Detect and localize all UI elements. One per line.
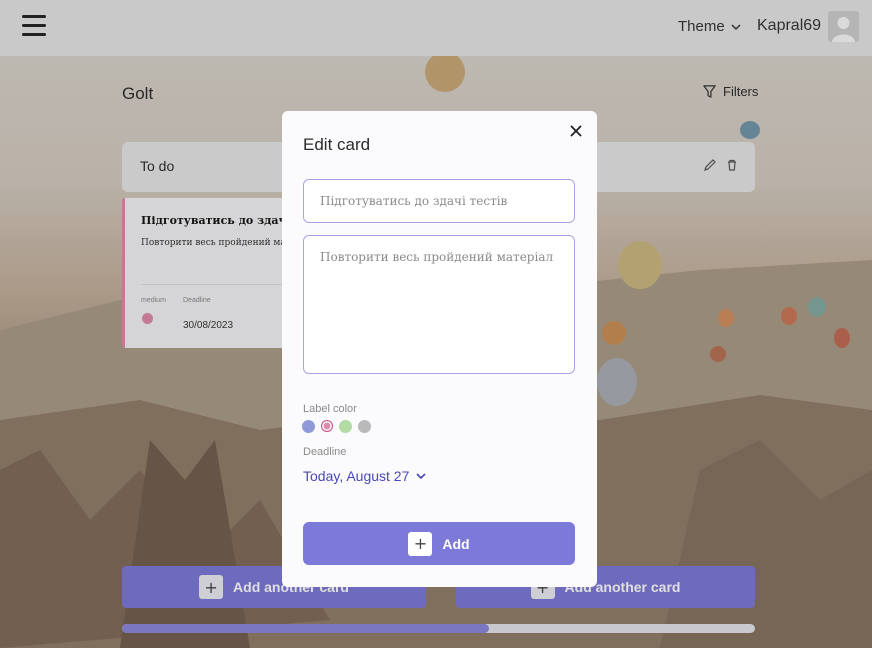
- color-swatch[interactable]: [358, 420, 371, 433]
- color-swatch[interactable]: [339, 420, 352, 433]
- edit-card-modal: Edit card Label color Deadline Today, Au…: [282, 111, 597, 587]
- color-swatch[interactable]: [321, 420, 333, 432]
- deadline-value: Today, August 27: [303, 468, 410, 484]
- add-button[interactable]: + Add: [303, 522, 575, 565]
- add-button-label: Add: [442, 535, 470, 552]
- deadline-dropdown[interactable]: Today, August 27: [303, 468, 426, 484]
- card-description-input[interactable]: [303, 235, 575, 374]
- plus-icon: +: [408, 531, 433, 556]
- deadline-label: Deadline: [303, 446, 347, 458]
- color-swatch[interactable]: [302, 420, 315, 433]
- label-color-label: Label color: [303, 403, 357, 415]
- close-icon[interactable]: [569, 124, 583, 138]
- modal-title: Edit card: [303, 135, 371, 154]
- label-color-picker: [302, 420, 371, 433]
- chevron-down-icon: [416, 473, 426, 480]
- card-title-input[interactable]: [303, 179, 575, 223]
